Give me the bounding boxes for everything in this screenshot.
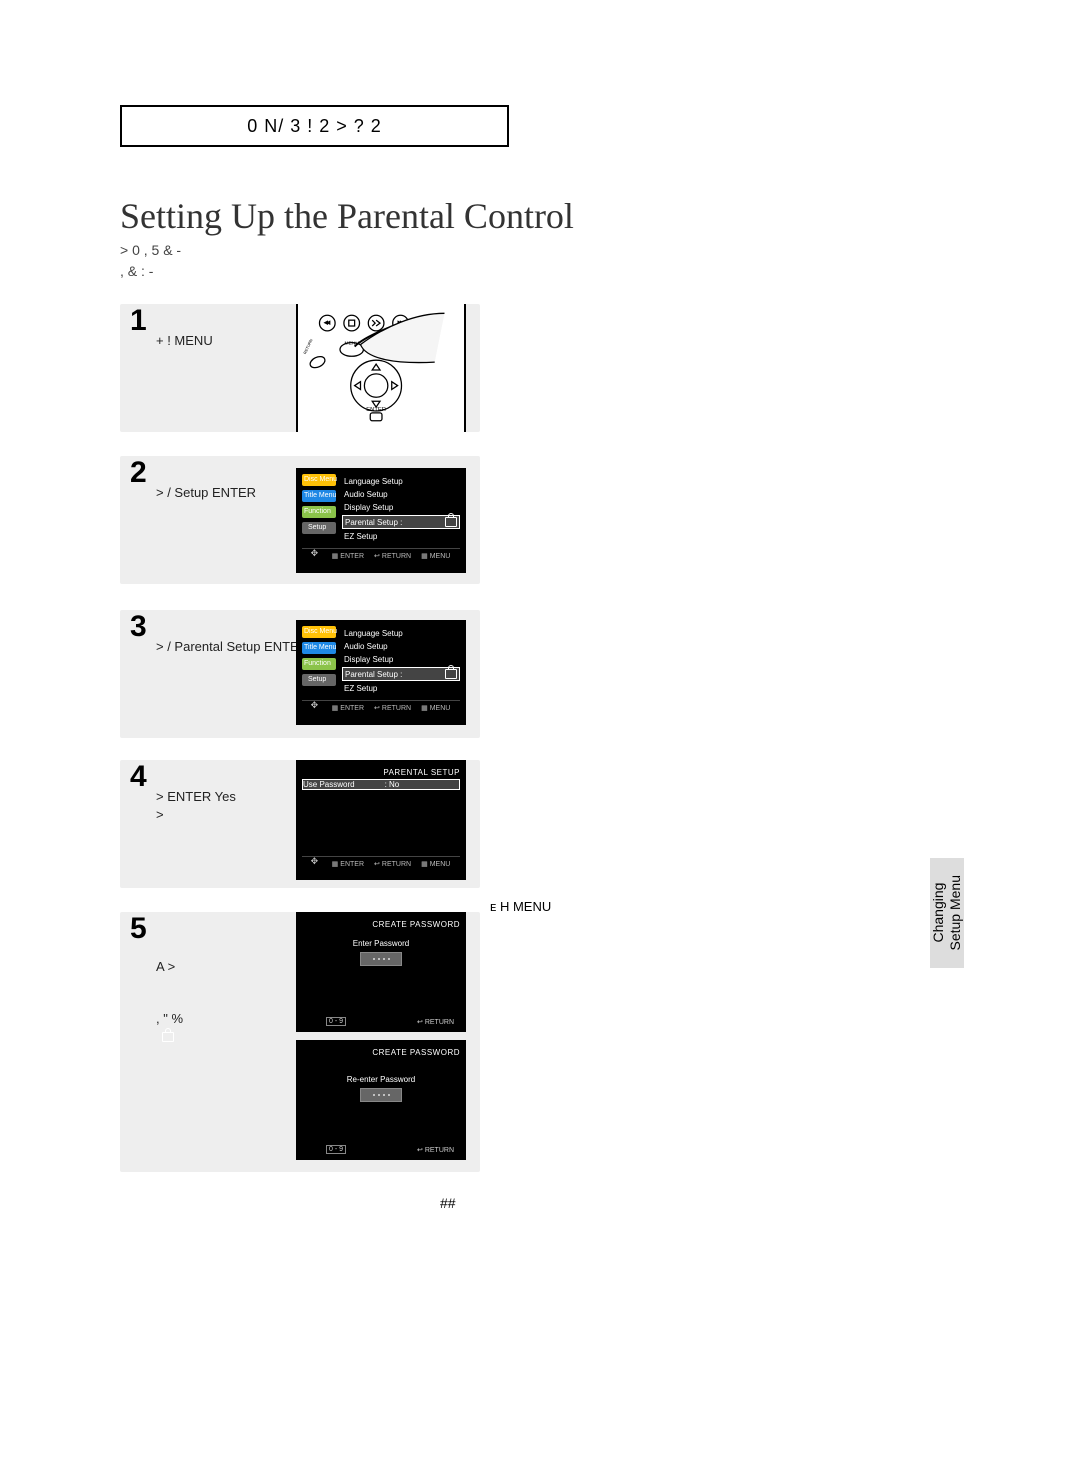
mi-parental-label: Parental Setup : bbox=[345, 670, 402, 679]
svg-text:ENTER: ENTER bbox=[366, 407, 386, 413]
menu-note: ᴇ H MENU bbox=[490, 898, 790, 916]
screen-create-password-1: CREATE PASSWORD Enter Password 0 - 9 ↩ R… bbox=[296, 912, 466, 1032]
svg-text:◂◂: ◂◂ bbox=[325, 321, 330, 326]
side-label-func: Function bbox=[304, 660, 331, 667]
section-tab-text: ChangingSetup Menu bbox=[930, 875, 964, 951]
numkeys-label: 0 - 9 bbox=[326, 1145, 346, 1154]
mi-parental-hl: Parental Setup : bbox=[342, 667, 460, 681]
step-3-number: 3 bbox=[130, 610, 147, 644]
side-label-title: Title Menu bbox=[304, 492, 336, 499]
category-box: 0 N/ 3 ! 2 > ? 2 bbox=[120, 105, 509, 147]
mi-language: Language Setup bbox=[342, 476, 460, 487]
svg-text:RETURN: RETURN bbox=[302, 338, 313, 355]
dpad-icon bbox=[312, 551, 322, 561]
side-label-disc: Disc Menu bbox=[304, 628, 337, 635]
mi-display: Display Setup bbox=[342, 654, 460, 665]
mi-parental-label: Parental Setup : bbox=[345, 518, 402, 527]
screen-create-password-2: CREATE PASSWORD Re-enter Password 0 - 9 … bbox=[296, 1040, 466, 1160]
numkeys-label: 0 - 9 bbox=[326, 1017, 346, 1026]
enter-password-label: Enter Password bbox=[302, 939, 460, 948]
parental-setup-title: PARENTAL SETUP bbox=[302, 768, 460, 777]
side-label-setup: Setup bbox=[308, 524, 326, 531]
side-label-setup: Setup bbox=[308, 676, 326, 683]
mi-ez: EZ Setup bbox=[342, 531, 460, 542]
reenter-password-label: Re-enter Password bbox=[302, 1075, 460, 1084]
lock-icon bbox=[162, 1032, 174, 1042]
screen-footer: ▦ ENTER ↩ RETURN ▦ MENU bbox=[302, 548, 460, 561]
password-box bbox=[360, 952, 402, 966]
dpad-icon bbox=[312, 859, 322, 869]
side-label-title: Title Menu bbox=[304, 644, 336, 651]
use-password-value: : No bbox=[385, 780, 400, 789]
page-title: Setting Up the Parental Control bbox=[120, 195, 574, 237]
step-4-number: 4 bbox=[130, 760, 147, 794]
footer-return: ↩ RETURN bbox=[374, 703, 411, 713]
dpad-icon bbox=[312, 703, 322, 713]
screen-parental-setup: PARENTAL SETUP Use Password : No ▦ ENTER… bbox=[296, 760, 466, 880]
footer-enter: ▦ ENTER bbox=[332, 551, 364, 561]
password-box bbox=[360, 1088, 402, 1102]
footer-menu: ▦ MENU bbox=[421, 859, 450, 869]
section-tab: ChangingSetup Menu bbox=[930, 858, 964, 968]
footer-return: ↩ RETURN bbox=[417, 1018, 454, 1026]
footer-menu: ▦ MENU bbox=[421, 551, 450, 561]
step-1-number: 1 bbox=[130, 304, 147, 338]
footer-enter: ▦ ENTER bbox=[332, 703, 364, 713]
footer-enter: ▦ ENTER bbox=[332, 859, 364, 869]
mi-display: Display Setup bbox=[342, 502, 460, 513]
screen-setup-menu-2: Disc Menu Title Menu Function Setup Lang… bbox=[296, 620, 466, 725]
mi-audio: Audio Setup bbox=[342, 641, 460, 652]
intro-text: > 0 , 5 & - , & : - bbox=[120, 240, 560, 282]
step-2-number: 2 bbox=[130, 456, 147, 490]
screen-setup-menu-1: Disc Menu Title Menu Function Setup Lang… bbox=[296, 468, 466, 573]
create-pw-title: CREATE PASSWORD bbox=[302, 920, 460, 929]
side-label-disc: Disc Menu bbox=[304, 476, 337, 483]
mi-audio: Audio Setup bbox=[342, 489, 460, 500]
footer-menu: ▦ MENU bbox=[421, 703, 450, 713]
footer-return: ↩ RETURN bbox=[374, 551, 411, 561]
category-box-text: 0 N/ 3 ! 2 > ? 2 bbox=[247, 116, 382, 137]
screen-footer: ▦ ENTER ↩ RETURN ▦ MENU bbox=[302, 700, 460, 713]
page-number: ## bbox=[440, 1195, 456, 1211]
mi-language: Language Setup bbox=[342, 628, 460, 639]
setup-menu-list: Language Setup Audio Setup Display Setup… bbox=[342, 476, 460, 542]
lock-icon bbox=[445, 517, 457, 527]
create-pw-title: CREATE PASSWORD bbox=[302, 1048, 460, 1057]
mi-parental: Parental Setup : bbox=[342, 515, 460, 529]
use-password-row: Use Password : No bbox=[302, 779, 460, 790]
setup-menu-list: Language Setup Audio Setup Display Setup… bbox=[342, 628, 460, 694]
remote-illustration: ◂◂ ▸▸ MENU RETURN ENTER bbox=[296, 304, 466, 432]
step-5-number: 5 bbox=[130, 912, 147, 946]
mi-ez: EZ Setup bbox=[342, 683, 460, 694]
lock-icon bbox=[445, 669, 457, 679]
use-password-label: Use Password bbox=[303, 780, 355, 789]
side-label-func: Function bbox=[304, 508, 331, 515]
screen-footer: ▦ ENTER ↩ RETURN ▦ MENU bbox=[302, 856, 460, 869]
footer-return: ↩ RETURN bbox=[374, 859, 411, 869]
footer-return: ↩ RETURN bbox=[417, 1146, 454, 1154]
